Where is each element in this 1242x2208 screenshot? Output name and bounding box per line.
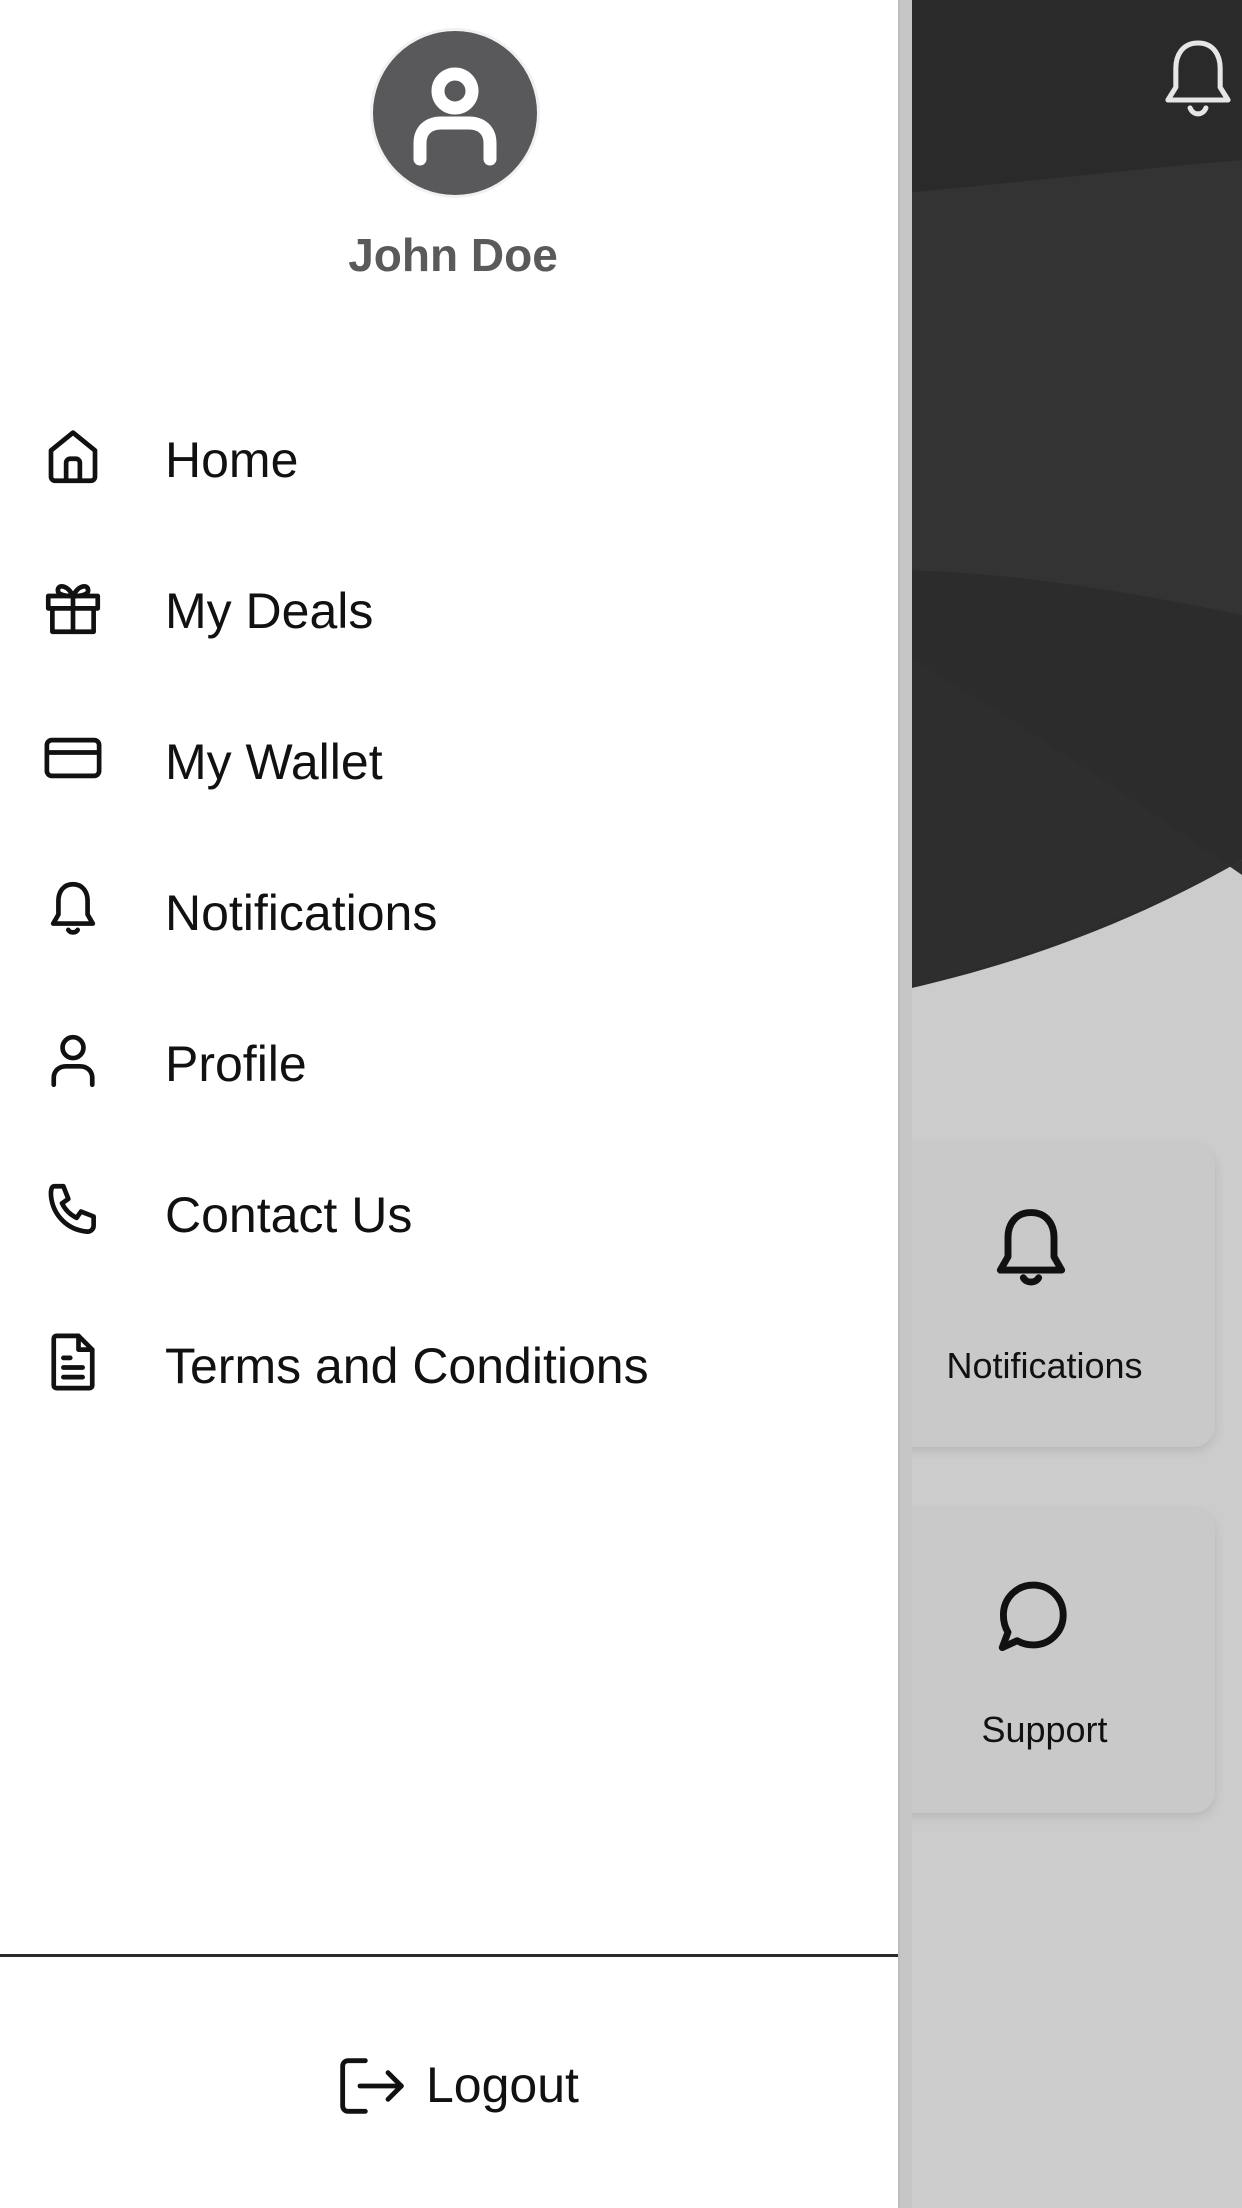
user-icon xyxy=(51,1034,95,1088)
phone-icon xyxy=(48,1183,96,1234)
support-card-label: Support xyxy=(981,1709,1108,1750)
chat-icon xyxy=(998,1581,1067,1652)
menu-item-contact-us[interactable]: Contact Us xyxy=(0,1154,898,1264)
menu-item-label: My Wallet xyxy=(165,734,383,790)
document-icon xyxy=(51,1333,95,1391)
logout-icon xyxy=(340,2058,404,2114)
menu-item-profile[interactable]: Profile xyxy=(0,1003,898,1113)
logout-button[interactable]: Logout xyxy=(336,2050,596,2120)
drawer-edge xyxy=(898,0,912,2208)
menu-item-label: My Deals xyxy=(165,583,374,639)
menu-item-terms[interactable]: Terms and Conditions xyxy=(0,1305,898,1415)
notifications-card[interactable]: Notifications xyxy=(875,1143,1215,1447)
menu-item-label: Profile xyxy=(165,1036,307,1092)
bell-icon xyxy=(50,881,96,935)
menu-item-my-wallet[interactable]: My Wallet xyxy=(0,701,898,811)
avatar[interactable] xyxy=(370,28,540,198)
menu-item-label: Contact Us xyxy=(165,1187,413,1243)
gift-icon xyxy=(45,583,101,635)
logout-label: Logout xyxy=(426,2057,579,2113)
divider xyxy=(0,1954,912,1957)
user-name: John Doe xyxy=(348,229,558,281)
notifications-card-label: Notifications xyxy=(946,1345,1143,1386)
menu-item-home[interactable]: Home xyxy=(0,399,898,509)
navigation-drawer: John Doe Home My Deals My Wallet Notific… xyxy=(0,0,912,2208)
bell-icon xyxy=(996,1209,1066,1286)
menu-item-notifications[interactable]: Notifications xyxy=(0,852,898,962)
menu-item-my-deals[interactable]: My Deals xyxy=(0,550,898,660)
card-icon xyxy=(44,737,102,779)
menu-item-label: Notifications xyxy=(165,885,438,941)
menu-item-label: Terms and Conditions xyxy=(165,1338,649,1394)
home-icon xyxy=(48,430,98,484)
support-card[interactable]: Support xyxy=(875,1509,1215,1813)
header-bell-icon[interactable] xyxy=(1160,36,1236,126)
user-avatar-icon xyxy=(413,67,497,166)
menu-item-label: Home xyxy=(165,432,299,488)
